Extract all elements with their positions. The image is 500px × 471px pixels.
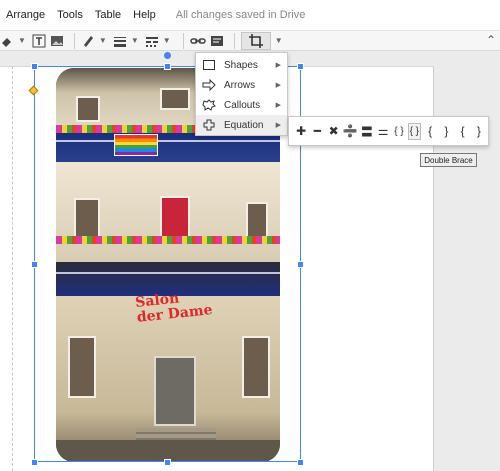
resize-handle-se[interactable] [297,459,304,466]
menu-item-shapes[interactable]: Shapes ▶ [196,55,287,75]
comment-icon[interactable] [210,32,224,50]
line-color-dropdown-icon[interactable]: ▼ [99,32,107,50]
menu-table[interactable]: Table [95,9,121,21]
menu-item-label: Equation [224,119,264,131]
arrow-icon [202,79,216,91]
guide-line [12,66,13,471]
tooltip: Double Brace [420,153,477,167]
resize-handle-s[interactable] [164,459,171,466]
right-brace-shape-icon[interactable]: } [472,123,486,140]
resize-handle-n[interactable] [164,63,171,70]
menu-bar: Arrange Tools Table Help All changes sav… [0,0,500,30]
menu-arrange[interactable]: Arrange [6,9,45,21]
left-brace-shape-icon[interactable]: { [456,123,470,140]
double-brace-shape-icon[interactable]: { } [407,122,421,140]
crop-dropdown-icon[interactable]: ▼ [275,32,283,50]
submenu-arrow-icon: ▶ [275,62,281,69]
mask-shape-menu: Shapes ▶ Arrows ▶ Callouts ▶ Equation ▶ [195,52,288,136]
submenu-arrow-icon: ▶ [275,82,281,89]
toolbar-divider [73,32,75,49]
resize-handle-e[interactable] [297,261,304,268]
text-box-icon[interactable] [32,32,46,50]
submenu-arrow-icon: ▶ [275,102,281,109]
menu-help[interactable]: Help [133,9,156,21]
menu-item-label: Shapes [224,59,258,71]
line-color-icon[interactable] [81,32,95,50]
divide-shape-icon[interactable]: ➗ [343,123,358,140]
submenu-arrow-icon: ▶ [275,122,281,129]
resize-handle-nw[interactable] [31,63,38,70]
save-status: All changes saved in Drive [175,9,306,21]
not-equal-shape-icon[interactable]: ⚌ [376,123,390,140]
minus-shape-icon[interactable]: ━ [310,123,324,140]
line-dash-icon[interactable] [145,32,159,50]
menu-tools[interactable]: Tools [57,9,83,21]
plus-icon [202,119,216,131]
toolbar-divider [233,32,235,49]
link-icon[interactable] [189,32,206,50]
resize-handle-ne[interactable] [297,63,304,70]
line-dash-dropdown-icon[interactable]: ▼ [163,32,171,50]
resize-handle-w[interactable] [31,261,38,268]
double-bracket-shape-icon[interactable]: { } [392,123,405,140]
image-icon[interactable] [50,32,64,50]
menu-item-arrows[interactable]: Arrows ▶ [196,75,287,95]
toolbar-divider [182,32,184,49]
menu-item-label: Arrows [224,79,256,91]
resize-handle-sw[interactable] [31,459,38,466]
menu-item-label: Callouts [224,99,261,111]
line-weight-dropdown-icon[interactable]: ▼ [131,32,139,50]
shape-fill-dropdown-icon[interactable]: ▼ [18,32,26,50]
collapse-toolbar-icon[interactable]: ⌃ [486,33,496,47]
menu-item-callouts[interactable]: Callouts ▶ [196,95,287,115]
menu-item-equation[interactable]: Equation ▶ [196,115,287,135]
line-weight-icon[interactable] [113,32,127,50]
shape-fill-icon[interactable] [0,32,14,50]
equation-shape-palette: ✚ ━ ✖ ➗ 〓 ⚌ { } { } { } { } [288,116,489,146]
equal-shape-icon[interactable]: 〓 [360,123,374,140]
left-bracket-shape-icon[interactable]: { [423,123,437,140]
right-bracket-shape-icon[interactable]: } [439,123,453,140]
callout-icon [202,99,216,111]
rotate-handle[interactable] [164,52,171,59]
multiply-shape-icon[interactable]: ✖ [327,123,341,140]
plus-shape-icon[interactable]: ✚ [294,123,308,140]
crop-icon[interactable] [240,31,271,50]
square-icon [202,59,216,71]
toolbar: ▼ ▼ ▼ ▼ ▼ ⌃ [0,30,500,51]
